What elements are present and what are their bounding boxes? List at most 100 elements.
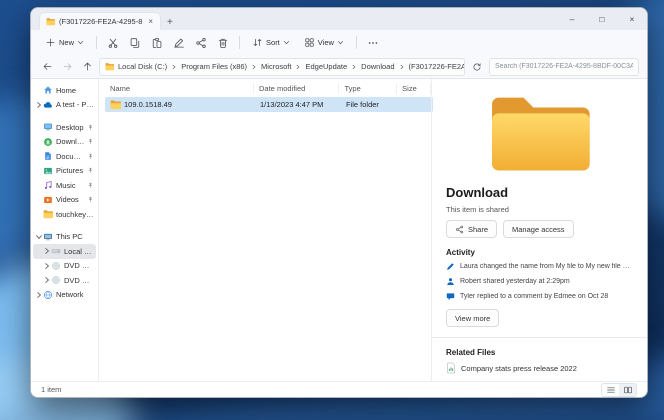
- view-more-button[interactable]: View more: [446, 309, 499, 327]
- add-tab-button[interactable]: +: [167, 18, 173, 28]
- titlebar[interactable]: (F3017226-FE2A-4295-8BDF-0 × + – □ ×: [31, 8, 647, 30]
- new-button-label: New: [59, 38, 74, 47]
- breadcrumb-chevron-icon[interactable]: [295, 64, 301, 70]
- more-options-button[interactable]: [363, 33, 383, 52]
- details-view-button[interactable]: [602, 384, 619, 396]
- sidebar-item-this-pc[interactable]: This PC: [33, 230, 96, 245]
- network-icon: [43, 290, 53, 300]
- breadcrumb-item-1[interactable]: Program Files (x86): [179, 62, 249, 71]
- chevron-right-icon[interactable]: [43, 276, 51, 284]
- copy-button[interactable]: [125, 33, 145, 52]
- rename-button[interactable]: [169, 33, 189, 52]
- list-view-icon: [606, 385, 616, 395]
- sidebar-item-label: This PC: [56, 232, 94, 241]
- sidebar-item-videos[interactable]: Videos: [33, 193, 96, 208]
- breadcrumb-item-0[interactable]: Local Disk (C:): [116, 62, 169, 71]
- paste-button[interactable]: [147, 33, 167, 52]
- comment-activity-icon: [446, 292, 455, 301]
- thumbnail-view-button[interactable]: [619, 384, 636, 396]
- sidebar-item-downloads[interactable]: Downloads: [33, 135, 96, 150]
- sidebar-item-label: Home: [56, 86, 94, 95]
- pin-icon: [87, 182, 94, 189]
- back-button[interactable]: [39, 59, 55, 75]
- breadcrumb-chevron-icon[interactable]: [251, 64, 257, 70]
- sidebar-item-a-test-personal[interactable]: A test - Personal: [33, 98, 96, 113]
- column-header-name[interactable]: Name: [105, 83, 254, 94]
- minimize-button[interactable]: –: [557, 8, 587, 30]
- manage-access-button[interactable]: Manage access: [503, 220, 574, 238]
- shared-status-text: This item is shared: [446, 205, 633, 214]
- activity-entry-1[interactable]: Robert shared yesterday at 2:29pm: [446, 274, 633, 289]
- sidebar-item-pictures[interactable]: Pictures: [33, 164, 96, 179]
- up-button[interactable]: [79, 59, 95, 75]
- command-bar: New Sort View: [31, 30, 647, 55]
- search-input[interactable]: [495, 63, 633, 70]
- chevron-right-icon[interactable]: [43, 247, 51, 255]
- toolbar-separator: [96, 36, 97, 49]
- activity-entry-0[interactable]: Laura changed the name from My file to M…: [446, 259, 633, 274]
- chevron-down-icon[interactable]: [35, 233, 43, 241]
- explorer-tab[interactable]: (F3017226-FE2A-4295-8BDF-0 ×: [39, 12, 161, 30]
- sidebar-item-dvd-drive-d-cc[interactable]: DVD Drive (D:) CC: [33, 259, 96, 274]
- breadcrumb[interactable]: Local Disk (C:) Program Files (x86) Micros…: [99, 58, 465, 76]
- folder-icon: [110, 99, 121, 110]
- sidebar-item-local-disk-c[interactable]: Local Disk (C:): [33, 244, 96, 259]
- item-count: 1 item: [41, 385, 61, 394]
- column-header-type[interactable]: Type: [339, 83, 397, 94]
- chevron-right-icon[interactable]: [35, 291, 43, 299]
- breadcrumb-item-3[interactable]: EdgeUpdate: [303, 62, 349, 71]
- chevron-down-icon: [283, 39, 290, 46]
- maximize-button[interactable]: □: [587, 8, 617, 30]
- related-file-0[interactable]: Company stats press release 2022: [446, 362, 633, 374]
- forward-button[interactable]: [59, 59, 75, 75]
- sidebar-item-documents[interactable]: Documents: [33, 149, 96, 164]
- file-list: NameDate modifiedTypeSize 109.0.1518.491…: [99, 79, 431, 381]
- sidebar-item-dvd-drive-d-ccc[interactable]: DVD Drive (D:) CCC: [33, 273, 96, 288]
- breadcrumb-chevron-icon[interactable]: [399, 64, 405, 70]
- file-list-header: NameDate modifiedTypeSize: [105, 81, 431, 96]
- sidebar-item-desktop[interactable]: Desktop: [33, 120, 96, 135]
- share-button[interactable]: Share: [446, 220, 497, 238]
- breadcrumb-chevron-icon[interactable]: [351, 64, 357, 70]
- file-row-109-0-1518-49[interactable]: 109.0.1518.491/13/2023 4:47 PMFile folde…: [105, 97, 433, 112]
- rename-icon: [173, 37, 185, 49]
- breadcrumb-item-4[interactable]: Download: [359, 62, 396, 71]
- pin-icon: [87, 153, 94, 160]
- sidebar-item-touchkeyboard[interactable]: touchkeyboard: [33, 207, 96, 222]
- pin-icon: [87, 196, 94, 203]
- view-button[interactable]: View: [298, 33, 350, 52]
- sidebar-item-music[interactable]: Music: [33, 178, 96, 193]
- delete-button[interactable]: [213, 33, 233, 52]
- pin-icon: [87, 124, 94, 131]
- chevron-right-icon[interactable]: [43, 262, 51, 270]
- close-button[interactable]: ×: [617, 8, 647, 30]
- breadcrumb-item-5[interactable]: (F3017226-FE2A-4295-8BDF-00C3A9A7E4C5): [407, 62, 465, 71]
- chevron-spacer: [35, 210, 43, 218]
- tab-close-icon[interactable]: ×: [147, 17, 154, 26]
- search-box[interactable]: [489, 58, 639, 76]
- view-grid-icon: [304, 37, 315, 48]
- breadcrumb-item-2[interactable]: Microsoft: [259, 62, 293, 71]
- toolbar-separator: [356, 36, 357, 49]
- activity-list: Laura changed the name from My file to M…: [446, 259, 633, 304]
- sort-icon: [252, 37, 263, 48]
- refresh-button[interactable]: [469, 59, 485, 75]
- chevron-spacer: [35, 196, 43, 204]
- pc-icon: [43, 232, 53, 242]
- videos-icon: [43, 195, 53, 205]
- sidebar-item-network[interactable]: Network: [33, 288, 96, 303]
- cut-button[interactable]: [103, 33, 123, 52]
- new-button[interactable]: New: [39, 33, 90, 52]
- column-header-date-modified[interactable]: Date modified: [254, 83, 339, 94]
- sidebar: Home A test - Personal DesktopDownloadsDoc…: [31, 79, 99, 381]
- sort-button[interactable]: Sort: [246, 33, 296, 52]
- activity-entry-2[interactable]: Tyler replied to a comment by Edmee on O…: [446, 289, 633, 304]
- chevron-right-icon[interactable]: [35, 101, 43, 109]
- share-button-toolbar[interactable]: [191, 33, 211, 52]
- column-header-size[interactable]: Size: [397, 83, 431, 94]
- breadcrumb-chevron-icon[interactable]: [171, 64, 177, 70]
- file-name: 109.0.1518.49: [124, 100, 172, 109]
- sidebar-item-label: DVD Drive (D:) CC: [64, 261, 94, 270]
- sidebar-item-home[interactable]: Home: [33, 83, 96, 98]
- window-controls: – □ ×: [557, 8, 647, 30]
